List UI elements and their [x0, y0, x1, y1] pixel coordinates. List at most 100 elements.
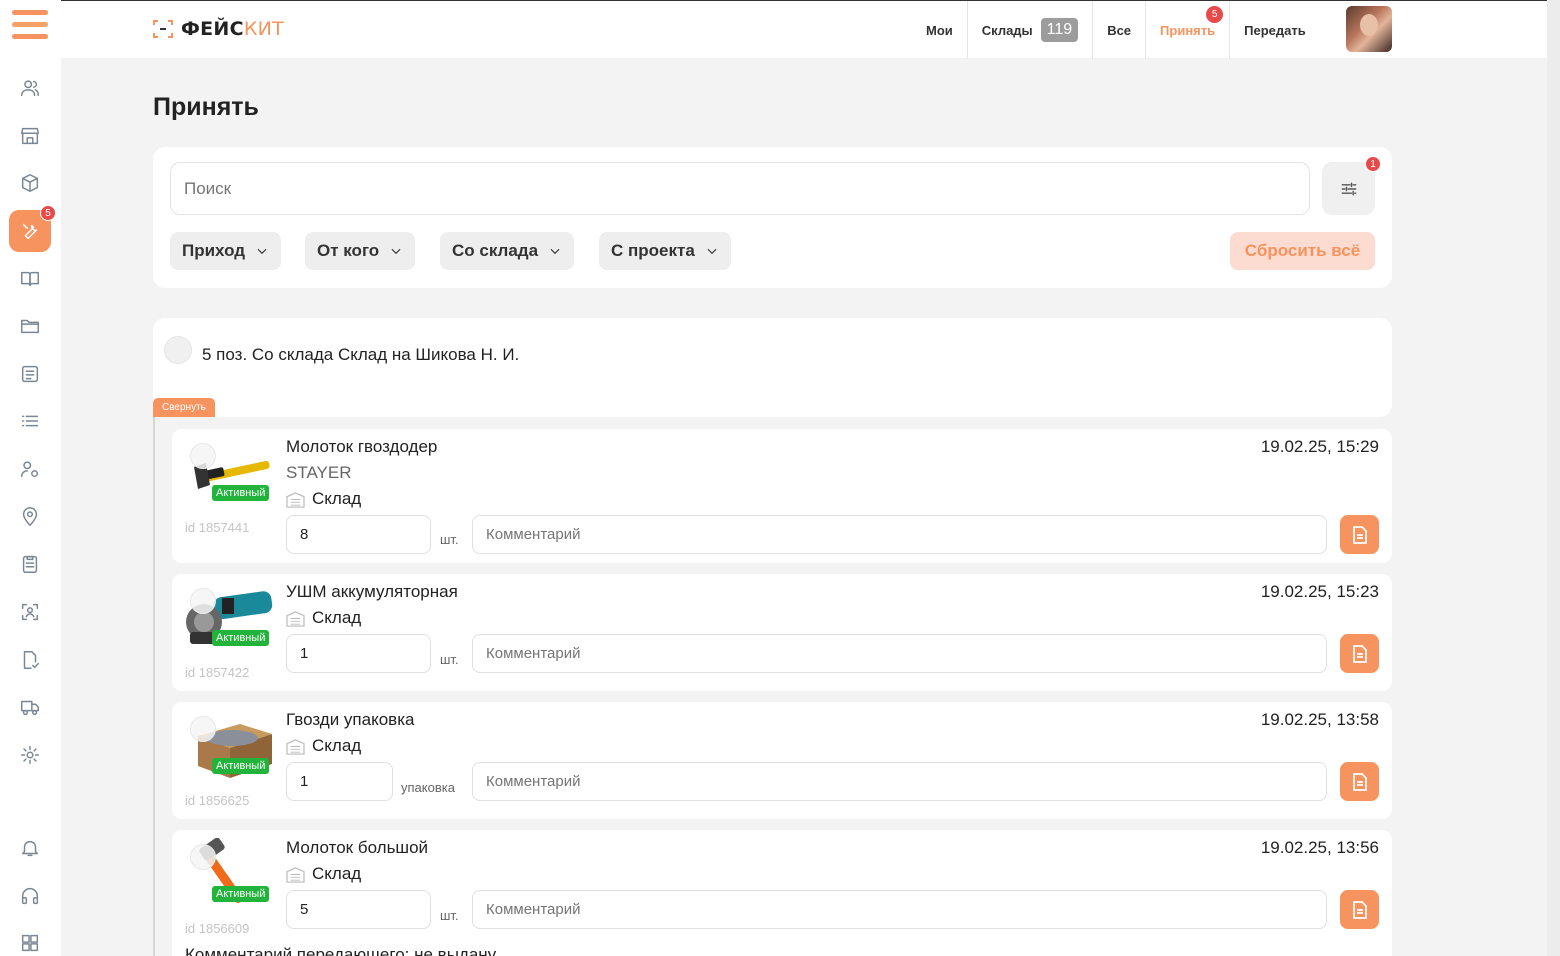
menu-icon[interactable] [12, 10, 48, 46]
item-warehouse: Склад [286, 608, 361, 628]
headset-icon[interactable] [9, 875, 51, 917]
item-date: 19.02.25, 13:58 [1260, 710, 1379, 729]
item-id: id 1856625 [185, 793, 250, 808]
item-checkbox[interactable] [190, 443, 216, 469]
unit-label: шт. [440, 652, 459, 667]
quantity-input[interactable]: 5 [286, 890, 431, 929]
item-id: id 1857422 [185, 665, 250, 680]
document-button[interactable] [1340, 762, 1379, 801]
comment-input[interactable] [472, 762, 1327, 801]
status-badge: Активный [212, 758, 270, 774]
page-title: Принять [153, 93, 259, 121]
box-icon[interactable] [9, 162, 51, 204]
item-warehouse: Склад [286, 864, 361, 884]
item-name[interactable]: Гвозди упаковка [286, 710, 414, 730]
accept-badge: 5 [1206, 6, 1224, 23]
face-scan-icon[interactable] [9, 591, 51, 633]
unit-label: упаковка [401, 780, 455, 795]
item-warehouse: Склад [286, 736, 361, 756]
list-item: Активный id 1856625 Гвозди упаковка Скла… [172, 702, 1392, 819]
list-item: Активный id 1857441 Молоток гвоздодер ST… [172, 429, 1392, 563]
document-button[interactable] [1340, 515, 1379, 554]
chevron-down-icon [707, 248, 717, 255]
filter-settings-button[interactable]: 1 [1322, 156, 1381, 215]
file-check-icon[interactable] [9, 639, 51, 681]
location-pin-icon[interactable] [9, 496, 51, 538]
list-item: Активный id 1856609 Молоток большой Скла… [172, 830, 1392, 956]
nav-warehouses[interactable]: Склады 119 [968, 1, 1094, 59]
truck-icon[interactable] [9, 686, 51, 728]
logo-icon [153, 20, 173, 38]
transfer-group: 5 поз. Со склада Склад на Шикова Н. И. [153, 318, 1392, 417]
item-date: 19.02.25, 15:23 [1260, 582, 1379, 601]
scrollbar[interactable] [1547, 0, 1560, 956]
topbar: ФЕЙСКИТ Мои Склады 119 Все Принять 5 Пер… [61, 0, 1547, 59]
sender-comment: Комментарий передающего: не выдану [185, 945, 497, 956]
nav-mine[interactable]: Мои [912, 1, 968, 59]
unit-label: шт. [440, 908, 459, 923]
collapse-button[interactable]: Свернуть [153, 398, 215, 417]
bell-icon[interactable] [9, 827, 51, 869]
filter-panel: 1 Приход От кого Со склада С проекта Сбр… [153, 147, 1392, 288]
chevron-down-icon [391, 248, 401, 255]
group-title: 5 поз. Со склада Склад на Шикова Н. И. [202, 345, 520, 364]
item-name[interactable]: УШМ аккумуляторная [286, 582, 458, 602]
logo-text: ФЕЙСКИТ [181, 18, 285, 40]
reset-all-button[interactable]: Сбросить всё [1230, 232, 1375, 270]
filter-badge: 1 [1365, 156, 1381, 172]
sliders-icon [1341, 181, 1356, 196]
sidebar-badge: 5 [40, 205, 56, 221]
warehouses-count: 119 [1040, 18, 1079, 42]
comment-input[interactable] [472, 515, 1327, 554]
gear-icon[interactable] [9, 734, 51, 776]
item-warehouse: Склад [286, 489, 361, 509]
list-box-icon[interactable] [9, 353, 51, 395]
filter-income[interactable]: Приход [170, 232, 282, 270]
top-nav: Мои Склады 119 Все Принять 5 Передать [912, 1, 1320, 59]
item-checkbox[interactable] [190, 588, 216, 614]
document-icon [1352, 525, 1367, 544]
warehouse-icon [286, 738, 305, 755]
avatar[interactable] [1346, 6, 1392, 52]
nav-transfer[interactable]: Передать [1230, 1, 1320, 59]
logo[interactable]: ФЕЙСКИТ [151, 17, 284, 41]
nav-accept[interactable]: Принять 5 [1146, 1, 1231, 59]
item-brand: STAYER [286, 463, 352, 482]
item-name[interactable]: Молоток большой [286, 838, 428, 858]
quantity-input[interactable]: 1 [286, 762, 393, 801]
shop-icon[interactable] [9, 115, 51, 157]
tools-icon[interactable]: 5 [9, 205, 56, 252]
filter-from-warehouse[interactable]: Со склада [440, 232, 575, 270]
grid-icon[interactable] [9, 922, 51, 956]
clipboard-icon[interactable] [9, 543, 51, 585]
warehouse-icon [286, 866, 305, 883]
item-name[interactable]: Молоток гвоздодер [286, 437, 437, 457]
document-button[interactable] [1340, 890, 1379, 929]
quantity-input[interactable]: 8 [286, 515, 431, 554]
nav-all[interactable]: Все [1093, 1, 1147, 59]
filter-from-whom[interactable]: От кого [305, 232, 416, 270]
search-input[interactable] [170, 162, 1310, 215]
comment-input[interactable] [472, 634, 1327, 673]
user-settings-icon[interactable] [9, 448, 51, 490]
list-item: Активный id 1857422 УШМ аккумуляторная С… [172, 574, 1392, 691]
item-checkbox[interactable] [190, 844, 216, 870]
chevron-down-icon [550, 248, 560, 255]
item-checkbox[interactable] [190, 716, 216, 742]
document-button[interactable] [1340, 634, 1379, 673]
comment-input[interactable] [472, 890, 1327, 929]
chevron-down-icon [257, 248, 267, 255]
quantity-input[interactable]: 1 [286, 634, 431, 673]
document-icon [1352, 644, 1367, 663]
item-date: 19.02.25, 13:56 [1260, 838, 1379, 857]
sidebar: 5 [0, 0, 61, 956]
filter-from-project[interactable]: С проекта [599, 232, 731, 270]
book-icon[interactable] [9, 258, 51, 300]
list-icon[interactable] [9, 400, 51, 442]
item-id: id 1857441 [185, 520, 250, 535]
group-checkbox[interactable] [164, 336, 192, 364]
users-icon[interactable] [9, 67, 51, 109]
item-date: 19.02.25, 15:29 [1260, 437, 1379, 456]
status-badge: Активный [212, 630, 270, 646]
folder-icon[interactable] [9, 305, 51, 347]
